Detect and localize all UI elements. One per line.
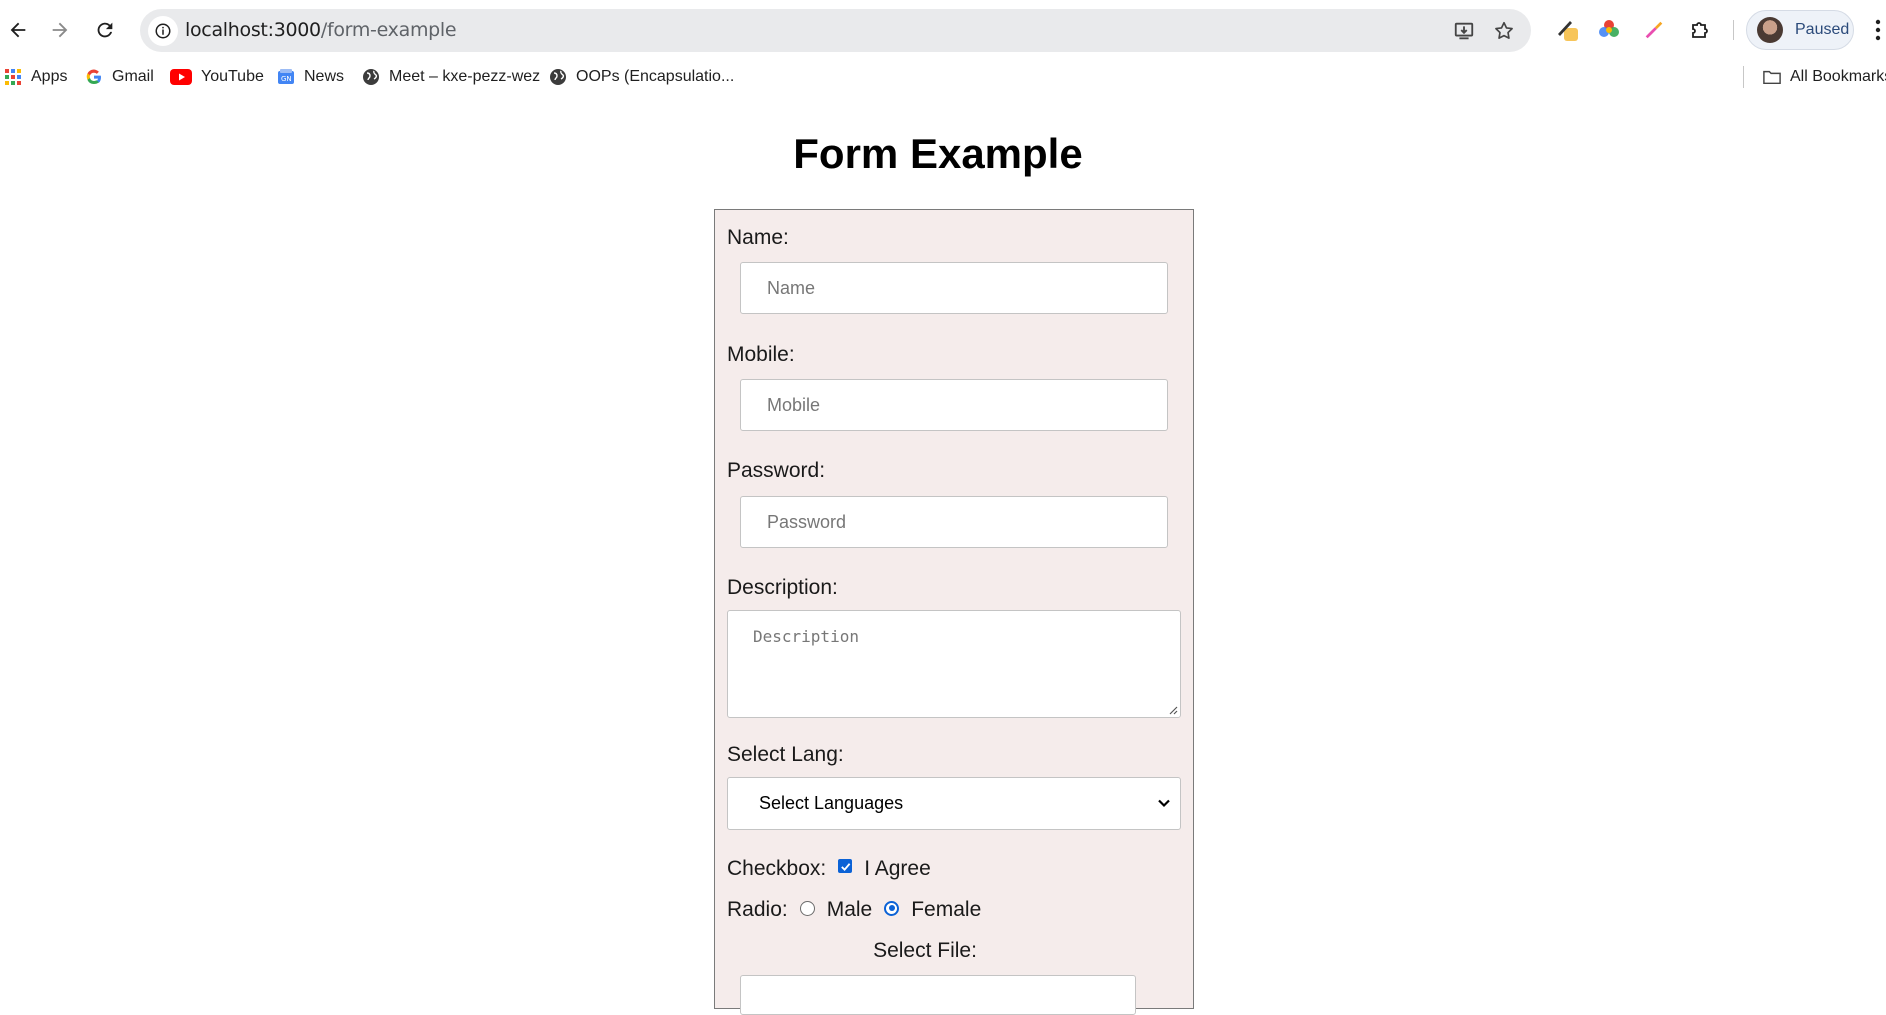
chevron-down-icon [1158,799,1170,808]
all-bookmarks-label: All Bookmarks [1790,68,1886,85]
description-label: Description: [727,576,838,599]
language-select-value: Select Languages [759,793,904,813]
radio-male-label: Male [826,898,873,921]
browser-toolbar: localhost:3000/form-example Paused [0,0,1886,60]
lang-label: Select Lang: [727,743,844,766]
profile-button[interactable]: Paused [1746,10,1854,50]
news-icon: GN [277,68,295,86]
radio-row: Radio: Male Female [727,898,981,922]
bookmark-label: News [304,68,345,85]
bookmark-label: OOPs (Encapsulatio... [576,68,735,85]
bookmark-meet[interactable]: Meet – kxe-pezz-wez [362,64,540,90]
all-bookmarks-button[interactable]: All Bookmarks [1763,64,1886,90]
password-label: Password: [727,459,826,482]
star-icon[interactable] [1491,18,1517,44]
reload-button[interactable] [87,12,123,48]
bookmark-label: YouTube [201,68,264,85]
avatar [1757,17,1783,43]
address-bar[interactable]: localhost:3000/form-example [140,9,1531,52]
folder-icon [1763,68,1781,86]
bookmark-label: Gmail [112,68,154,85]
page-title: Form Example [793,130,1083,177]
radio-label: Radio: [727,898,788,921]
site-info-icon[interactable] [148,16,178,46]
bookmark-apps[interactable]: Apps [4,64,67,90]
arrow-right-icon [52,22,68,38]
checkbox-label: Checkbox: [727,857,827,880]
pen-extension-icon[interactable] [1552,14,1584,46]
globe-icon [362,68,380,86]
bookmark-news[interactable]: GN News [277,64,344,90]
radio-female-label: Female [911,898,982,921]
color-wheel-extension-icon[interactable] [1593,14,1625,46]
apps-grid-icon [4,68,22,86]
url-path: /form-example [320,19,457,41]
google-icon [85,68,103,86]
install-app-icon[interactable] [1451,18,1477,44]
checkbox-row: Checkbox: I Agree [727,857,931,881]
bookmark-gmail[interactable]: Gmail [85,64,154,90]
name-input[interactable]: Name [740,262,1168,314]
bookmark-label: Meet – kxe-pezz-wez [389,68,541,85]
radio-female[interactable] [884,900,900,916]
bookmarks-bar: Apps Gmail YouTube GN News Meet – kxe-pe… [0,60,1886,94]
password-input[interactable]: Password [740,496,1168,548]
forward-button[interactable] [42,12,78,48]
globe-icon [549,68,567,86]
bookmark-label: Apps [31,68,68,85]
mobile-label: Mobile: [727,343,795,366]
example-form: Name: Name Mobile: Mobile Password: Pass… [714,209,1194,1015]
url-text[interactable]: localhost:3000/form-example [185,9,457,52]
resize-handle-icon[interactable] [1168,705,1178,715]
color-picker-extension-icon[interactable] [1638,14,1670,46]
name-label: Name: [727,226,789,249]
file-label: Select File: [873,939,977,962]
more-menu-icon[interactable] [1870,16,1886,44]
bookmarks-divider [1743,66,1744,88]
mobile-input[interactable]: Mobile [740,379,1168,431]
checkmark-icon [840,862,851,871]
bookmark-oops[interactable]: OOPs (Encapsulatio... [549,64,734,90]
language-select[interactable]: Select Languages [727,777,1181,830]
checkbox-text: I Agree [864,857,931,880]
arrow-left-icon [10,22,26,38]
url-host: localhost:3000 [185,19,321,41]
description-textarea[interactable]: Description [727,610,1181,718]
file-input[interactable] [740,975,1136,1015]
bookmark-youtube[interactable]: YouTube [170,64,264,90]
toolbar-divider [1733,20,1734,40]
youtube-icon [170,68,192,86]
back-button[interactable] [0,12,36,48]
description-placeholder: Description [753,627,859,646]
reload-icon [97,22,113,38]
svg-text:GN: GN [281,75,292,83]
profile-status-label: Paused [1795,21,1850,38]
extensions-puzzle-icon[interactable] [1684,14,1716,46]
agree-checkbox[interactable] [838,859,853,873]
radio-male[interactable] [799,900,815,916]
